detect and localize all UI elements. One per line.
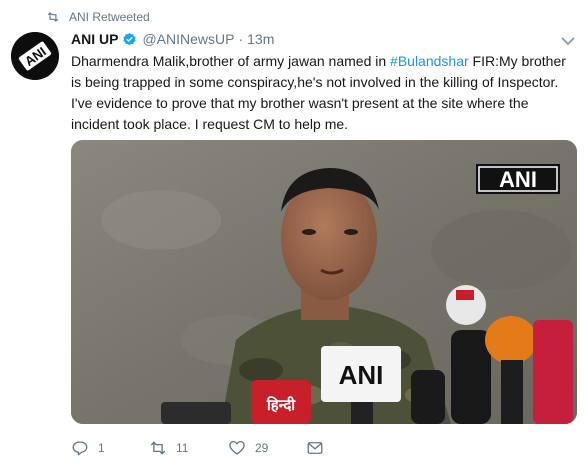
retweet-count: 11 [176,441,189,455]
header-separator: · [238,31,244,47]
mic-logo-text: ANI [339,360,384,390]
hashtag-link[interactable]: #Bulandshar [390,53,469,69]
tweet-actions: 1 11 29 [71,437,324,459]
like-button[interactable]: 29 [228,439,306,457]
retweet-context-label: ANI Retweeted [69,10,150,24]
retweet-icon [47,12,59,22]
reply-count: 1 [98,441,105,455]
heart-icon [229,440,245,455]
reply-icon [72,441,88,456]
tweet-text: Dharmendra Malik,brother of army jawan n… [71,51,577,135]
tweet-header: ANI UP @ANINewsUP · 13m [71,31,274,47]
envelope-icon [307,442,323,454]
tweet-text-start: Dharmendra Malik,brother of army jawan n… [71,53,391,69]
tweet-media-image[interactable]: हिन्दी ANI ANI [71,140,577,424]
retweet-button[interactable]: 11 [149,439,228,457]
reply-button[interactable]: 1 [71,439,149,457]
retweet-action-icon [150,441,166,455]
like-count: 29 [255,441,269,455]
author-name[interactable]: ANI UP [71,31,118,47]
hindi-mic-label: हिन्दी [266,396,296,414]
ani-logo-icon: ANI [11,32,59,80]
chevron-down-icon[interactable] [561,36,575,46]
video-frame-illustration: हिन्दी ANI ANI [71,140,577,424]
verified-badge-icon [123,32,137,45]
avatar[interactable]: ANI [11,32,59,80]
tweet-timestamp[interactable]: 13m [247,31,274,47]
retweet-context: ANI Retweeted [46,10,150,24]
author-handle[interactable]: @ANINewsUP [142,31,234,47]
direct-message-button[interactable] [306,439,324,457]
ani-watermark: ANI [499,167,537,192]
